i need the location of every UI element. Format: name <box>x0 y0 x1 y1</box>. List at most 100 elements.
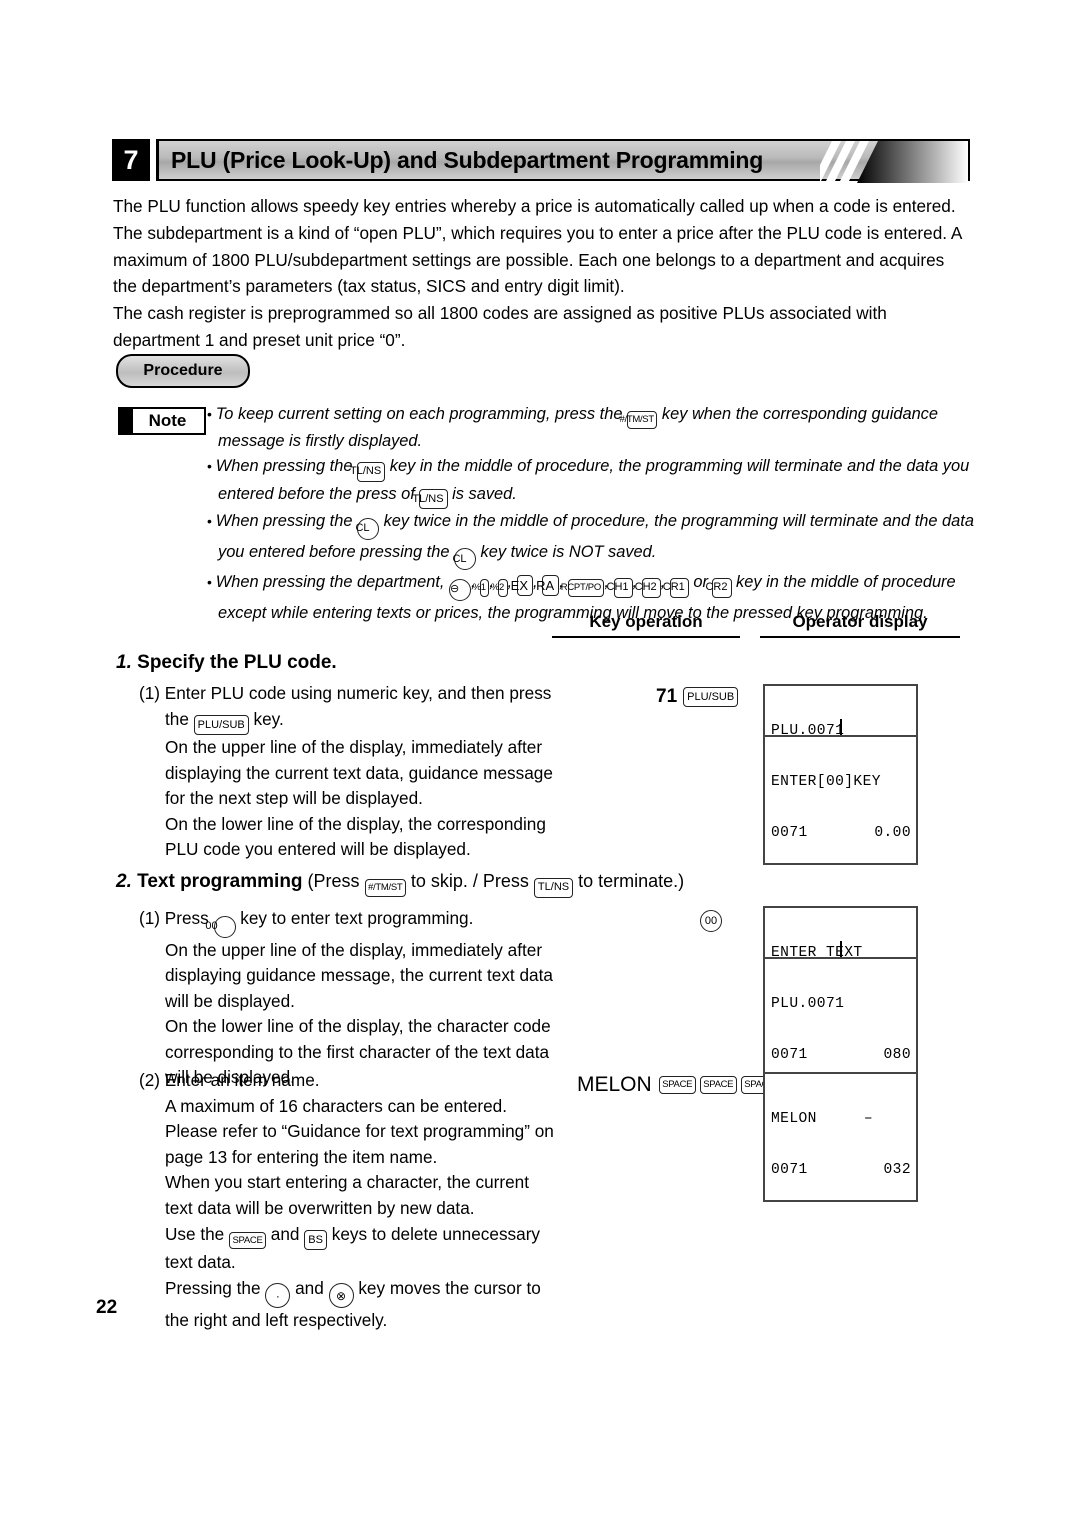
tl-ns-key-icon: TL/NS <box>533 877 574 898</box>
lcd-lower-right: 0.00 <box>874 825 911 841</box>
intro-line-1: The PLU function allows speedy key entri… <box>113 196 956 216</box>
use-line-rest: keys to delete unnecessary <box>326 1223 541 1244</box>
section-header-banner: 7 PLU (Price Look-Up) and Subdepartment … <box>112 139 970 183</box>
note-label-box: Note <box>118 407 206 435</box>
intro-line-4: the department’s parameters (tax status,… <box>113 276 625 297</box>
plu-sub-key-icon: PLU/SUB <box>683 687 739 707</box>
key-operation-double-zero: 00 <box>700 910 722 932</box>
step-2-lead-rest: key to enter text programming. <box>235 908 474 928</box>
banner-stripe-decoration <box>820 141 968 183</box>
cr1-key-icon: CR1 <box>663 577 689 598</box>
step-1-key-word: key. <box>248 708 284 729</box>
step-2-item-2-lead: (2) Enter an item name. <box>139 1070 320 1090</box>
column-header-key-operation: Key operation <box>552 612 740 638</box>
lcd-upper-left: MELON <box>771 1111 817 1127</box>
lcd-lower-left: 0071 <box>771 825 808 841</box>
dot-key-icon: · <box>265 1283 291 1309</box>
double-zero-key-icon: 00 <box>700 910 722 932</box>
step-1-number: 1. <box>116 652 132 673</box>
pressing-line-rest: key moves the cursor to <box>353 1277 541 1298</box>
note-bullet-2-text-4: is saved. <box>447 484 517 503</box>
cr2-key-icon: CR2 <box>705 577 732 598</box>
step-1-item-1: (1) Enter PLU code using numeric key, an… <box>139 681 569 707</box>
lcd-upper-right: – <box>863 1111 873 1127</box>
cl-key-icon: CL <box>355 517 380 540</box>
note-bullet-3-text-4: key twice is NOT saved. <box>476 542 657 561</box>
operator-display-enter-00-key: ENTER[00]KEY 0071 0.00 <box>763 735 918 865</box>
procedure-badge: Procedure <box>116 354 250 388</box>
column-header-operator-display: Operator display <box>760 612 960 638</box>
lcd-lower-left: 0071 <box>771 1047 808 1063</box>
step-2-item-2-line-5: text data will be overwritten by new dat… <box>165 1197 475 1218</box>
step-2-item-1-line-5: corresponding to the first character of … <box>165 1041 550 1062</box>
intro-line-3: maximum of 1800 PLU/subdepartment settin… <box>113 249 945 270</box>
lcd-upper-left: ENTER[00]KEY <box>771 774 881 790</box>
1-key-icon: %1 <box>473 579 490 597</box>
step-2-title: Text programming <box>137 871 303 892</box>
note-label-text: Note <box>148 411 187 430</box>
note-bullet-1: • To keep current setting on each progra… <box>207 402 975 454</box>
step-2-suffix-text-4: to terminate.) <box>573 871 685 891</box>
key-operation-text-melon: MELON <box>577 1073 652 1096</box>
note-bullet-2: • When pressing the TL/NS key in the mid… <box>207 454 975 510</box>
step-1-item-1-line-1: (1) Enter PLU code using numeric key, an… <box>139 683 552 703</box>
step-2-heading: 2. Text programming (Press #/TM/ST to sk… <box>116 871 684 898</box>
step-2-suffix-text-2: to skip. / Press <box>405 871 534 891</box>
note-bullet-3-text-0: When pressing the <box>215 512 358 531</box>
note-bullet-1-text-0: To keep current setting on each programm… <box>215 405 628 423</box>
lcd-lower-right: 080 <box>883 1047 911 1063</box>
note-bullet-2-text-0: When pressing the <box>215 457 358 476</box>
bullet-dot-icon: • <box>207 406 216 422</box>
step-2-item-1-line-1: On the upper line of the display, immedi… <box>165 939 543 960</box>
step-2-item-2-line-2: Please refer to “Guidance for text progr… <box>165 1121 554 1142</box>
use-the-word: Use the <box>165 1223 230 1244</box>
bullet-dot-icon: • <box>207 513 216 530</box>
key-operation-melon-entry: MELON SPACE SPACE SPACE <box>577 1073 778 1097</box>
lcd-lower-left: 0071 <box>771 1162 808 1178</box>
step-1-body: (1) Enter PLU code using numeric key, an… <box>139 681 569 863</box>
step-2-item-1-body: (1) Press 00 key to enter text programmi… <box>139 906 569 1091</box>
space-key-icon: SPACE <box>658 1076 696 1094</box>
step-2-number: 2. <box>116 871 132 892</box>
note-bullet-4-text-0: When pressing the department, <box>215 573 450 592</box>
note-label-tab <box>120 409 133 433</box>
step-1-rest-line-1: On the upper line of the display, immedi… <box>165 737 543 758</box>
ex-key-icon: EX <box>511 575 533 597</box>
space-key-icon: SPACE <box>229 1231 267 1250</box>
step-2-item-2-line-4: When you start entering a character, the… <box>165 1172 529 1193</box>
intro-line-2: The subdepartment is a kind of “open PLU… <box>113 222 963 243</box>
ch2-key-icon: CH2 <box>635 577 661 598</box>
bullet-dot-icon: • <box>207 574 216 591</box>
note-bullet-list: • To keep current setting on each progra… <box>207 402 975 626</box>
key-operation-digits-71: 71 <box>656 686 678 707</box>
step-2-item-1-line-2: displaying guidance message, the current… <box>165 965 553 986</box>
intro-paragraphs: The PLU function allows speedy key entri… <box>113 193 973 354</box>
ra-key-icon: RA <box>536 575 560 597</box>
step-2-item-2-use-line: Use the SPACE and BS keys to delete unne… <box>139 1222 569 1251</box>
and-word-2: and <box>290 1277 329 1298</box>
ch1-key-icon: CH1 <box>607 577 633 598</box>
double-zero-key-icon: 00 <box>205 915 236 938</box>
operator-display-plu-0071-080: PLU.0071 0071 080 <box>763 957 918 1087</box>
space-key-icon: SPACE <box>699 1076 737 1094</box>
step-1-the-word: the <box>165 708 194 729</box>
step-1-rest-line-3: for the next step will be displayed. <box>165 788 423 809</box>
step-2-item-2-pressing-line: Pressing the · and ⊗ key moves the curso… <box>139 1276 569 1309</box>
minus-key-icon: ⊖ <box>449 578 472 601</box>
step-2-item-1-line-4: On the lower line of the display, the ch… <box>165 1016 551 1037</box>
lcd-upper-left: PLU.0071 <box>771 996 845 1012</box>
step-2-item-2-pressing-line-2: the right and left respectively. <box>165 1310 388 1331</box>
lcd-lower-right: 032 <box>883 1162 911 1178</box>
cl-key-icon: CL <box>452 548 476 571</box>
step-2-suffix-text-0: (Press <box>302 871 365 891</box>
tm-st-key-icon: #/TM/ST <box>620 411 658 429</box>
step-2-item-1-lead: (1) Press 00 key to enter text programmi… <box>139 906 569 938</box>
key-operation-plu-code-entry: 71 PLU/SUB <box>656 686 739 708</box>
intro-line-5: The cash register is preprogrammed so al… <box>113 303 887 324</box>
tl-ns-key-icon: TL/NS <box>350 461 386 482</box>
bs-key-icon: BS <box>304 1230 327 1251</box>
step-1-title: Specify the PLU code. <box>137 652 337 673</box>
2-key-icon: %2 <box>491 579 508 597</box>
tl-ns-key-icon: TL/NS <box>412 489 448 510</box>
step-1-rest-line-4: On the lower line of the display, the co… <box>165 813 546 834</box>
